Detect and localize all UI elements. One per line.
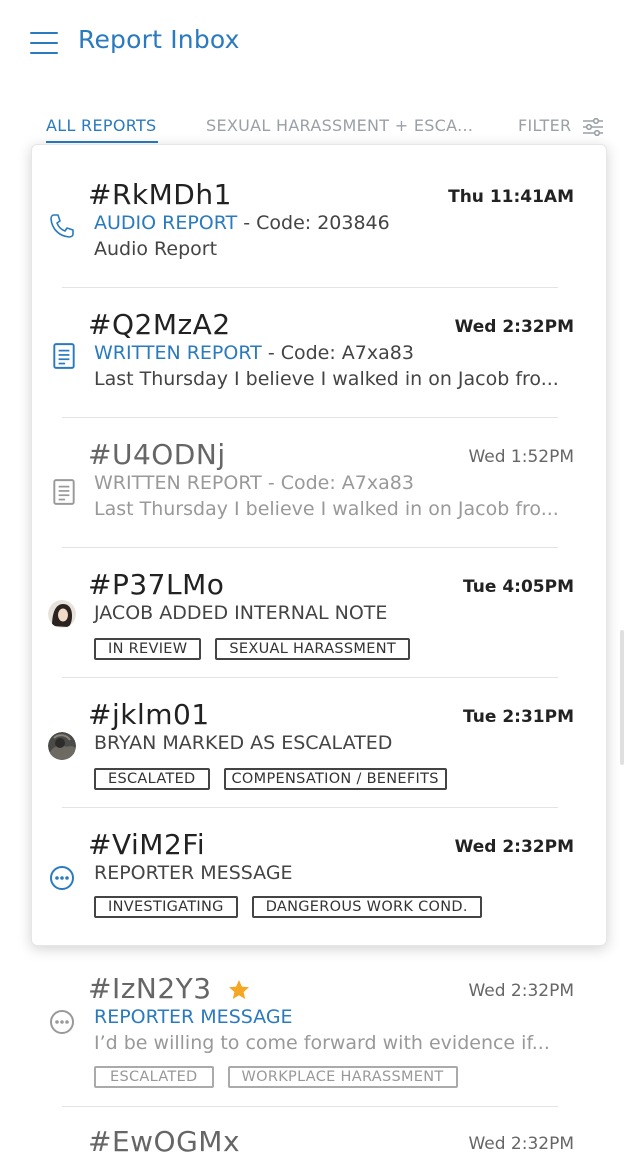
status-tag: INVESTIGATING [94,896,238,918]
report-id: #RkMDh1 [88,178,232,211]
report-preview: Audio Report [94,238,218,260]
category-tag: SEXUAL HARASSMENT [215,638,411,660]
report-item[interactable]: #Q2MzA2 Wed 2:32PM WRITTEN REPORT - Code… [0,308,640,440]
report-id: #P37LMo [88,568,225,601]
report-activity: REPORTER MESSAGE [94,1006,293,1028]
divider [62,1106,558,1107]
tab-all-reports[interactable]: ALL REPORTS [46,116,157,135]
report-time: Thu 11:41AM [448,187,574,207]
filter-sliders-icon[interactable] [582,118,604,136]
status-tag: IN REVIEW [94,638,202,660]
report-code: - Code: 203846 [237,212,390,234]
report-id: #ViM2Fi [88,828,206,861]
report-item[interactable]: #P37LMo Tue 4:05PM JACOB ADDED INTERNAL … [0,568,640,700]
tag-group: IN REVIEW SEXUAL HARASSMENT [94,638,424,666]
tab-bar: ALL REPORTS SEXUAL HARASSMENT + ESCA... … [0,110,640,146]
report-time: Tue 2:31PM [463,707,574,727]
divider [62,807,558,808]
report-type: WRITTEN REPORT [94,342,262,364]
divider [62,677,558,678]
report-item[interactable]: #jklm01 Tue 2:31PM BRYAN MARKED AS ESCAL… [0,698,640,830]
tag-group: ESCALATED WORKPLACE HARASSMENT [94,1066,472,1094]
category-tag: WORKPLACE HARASSMENT [227,1066,458,1088]
report-time: Wed 2:32PM [454,837,574,857]
chat-bubble-icon [50,866,74,890]
report-id: #EwOGMx [88,1127,241,1156]
tab-sexual-harassment-escalated[interactable]: SEXUAL HARASSMENT + ESCA... [206,116,473,135]
report-id: #U4ODNj [88,438,226,471]
report-type: WRITTEN REPORT [94,472,262,494]
report-item[interactable]: #ViM2Fi Wed 2:32PM REPORTER MESSAGE INVE… [0,828,640,960]
status-tag: ESCALATED [94,768,210,790]
app-header: Report Inbox [0,0,640,90]
report-id: #IzN2Y3 [88,972,251,1005]
divider [62,417,558,418]
phone-icon [50,214,74,238]
report-code: - Code: A7xa83 [261,472,414,494]
report-preview: I’d be willing to come forward with evid… [94,1032,550,1054]
scrollbar[interactable] [620,630,624,765]
divider [62,287,558,288]
report-time: Wed 2:32PM [468,981,574,1001]
report-code: - Code: A7xa83 [261,342,414,364]
report-item[interactable]: #EwOGMx Wed 2:32PM [0,1127,640,1156]
hamburger-menu-icon[interactable] [30,32,58,54]
page-title: Report Inbox [78,25,240,54]
tag-group: ESCALATED COMPENSATION / BENEFITS [94,768,461,796]
report-time: Wed 2:32PM [454,317,574,337]
report-time: Wed 2:32PM [468,1134,574,1154]
active-tab-indicator [46,141,158,143]
chat-bubble-icon [50,1010,74,1034]
tab-filter[interactable]: FILTER [518,116,571,135]
report-id: #jklm01 [88,698,210,731]
report-type-line: WRITTEN REPORT - Code: A7xa83 [94,342,414,364]
report-preview: Last Thursday I believe I walked in on J… [94,498,559,520]
status-tag: ESCALATED [94,1066,214,1088]
category-tag: COMPENSATION / BENEFITS [223,768,447,790]
report-activity: JACOB ADDED INTERNAL NOTE [94,602,388,624]
document-icon [53,343,75,369]
report-type: AUDIO REPORT [94,212,238,234]
report-item[interactable]: #IzN2Y3 Wed 2:32PM REPORTER MESSAGE I’d … [0,972,640,1104]
document-icon [53,479,75,505]
report-type-line: WRITTEN REPORT - Code: A7xa83 [94,472,414,494]
avatar [48,600,76,628]
report-type-line: AUDIO REPORT - Code: 203846 [94,212,390,234]
divider [62,547,558,548]
category-tag: DANGEROUS WORK COND. [251,896,482,918]
avatar [48,732,76,760]
report-activity: BRYAN MARKED AS ESCALATED [94,732,393,754]
star-icon[interactable] [227,978,251,1002]
report-id-text: #IzN2Y3 [88,972,212,1005]
report-item[interactable]: #RkMDh1 Thu 11:41AM AUDIO REPORT - Code:… [0,178,640,310]
report-item[interactable]: #U4ODNj Wed 1:52PM WRITTEN REPORT - Code… [0,438,640,570]
report-activity: REPORTER MESSAGE [94,862,293,884]
report-time: Wed 1:52PM [468,447,574,467]
report-preview: Last Thursday I believe I walked in on J… [94,368,559,390]
tag-group: INVESTIGATING DANGEROUS WORK COND. [94,896,496,924]
report-time: Tue 4:05PM [463,577,574,597]
report-id: #Q2MzA2 [88,308,231,341]
